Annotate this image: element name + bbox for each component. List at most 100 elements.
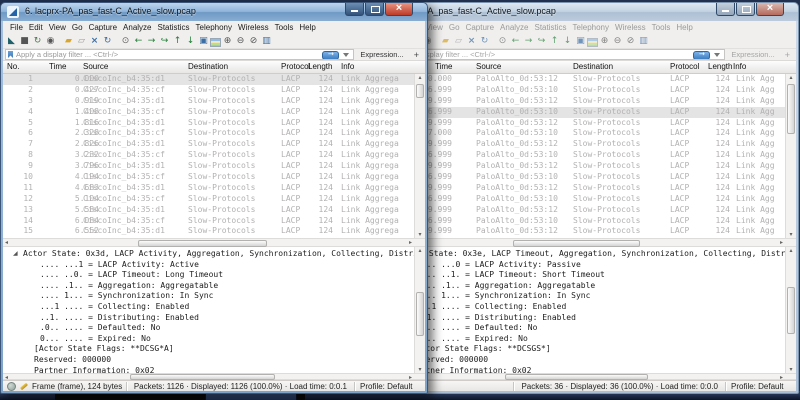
menu-wireless[interactable]: Wireless <box>613 23 648 32</box>
detail-line[interactable]: .... .1.. = Aggregation: Aggregatable <box>3 281 425 292</box>
detail-line[interactable]: Actor State: 0x3d, LACP Activity, Aggreg… <box>3 249 425 260</box>
scroll-up-icon[interactable]: ▴ <box>786 247 796 254</box>
packet-row[interactable]: 29.999 PaloAlto_0d:53:12 Slow-Protocols … <box>380 96 796 107</box>
go-back-icon[interactable]: ← <box>132 35 145 48</box>
menu-statistics[interactable]: Statistics <box>533 23 569 32</box>
packet-row[interactable]: 7 2.826 CiscoInc_b4:35:d1 Slow-Protocols… <box>3 139 425 150</box>
colorize-icon[interactable] <box>210 38 221 47</box>
menu-tools[interactable]: Tools <box>273 23 296 32</box>
packet-row[interactable]: 96.999 PaloAlto_0d:53:10 Slow-Protocols … <box>380 150 796 161</box>
display-filter-input[interactable]: Apply a display filter ... <Ctrl-/> <box>382 49 725 60</box>
status-profile[interactable]: Profile: Default <box>354 382 425 391</box>
minimize-button[interactable] <box>345 3 364 16</box>
scroll-thumb[interactable] <box>787 84 795 134</box>
packet-list-scrollbar[interactable]: ▴ ▾ <box>785 74 796 238</box>
details-hscrollbar[interactable]: ◂ ▸ <box>380 373 796 380</box>
go-top-icon[interactable]: ↑ <box>171 35 184 48</box>
column-protocol[interactable]: Protocol <box>670 62 699 71</box>
packet-row[interactable]: 6 2.328 CiscoInc_b4:35:cf Slow-Protocols… <box>3 128 425 139</box>
menu-go[interactable]: Go <box>447 23 462 32</box>
menu-capture[interactable]: Capture <box>464 23 496 32</box>
capture-comment-icon[interactable] <box>20 382 28 389</box>
status-profile[interactable]: Profile: Default <box>725 382 796 391</box>
scroll-down-icon[interactable]: ▾ <box>786 231 796 238</box>
menu-help[interactable]: Help <box>297 23 317 32</box>
capture-start-icon[interactable]: ◣ <box>5 35 18 48</box>
open-file-icon[interactable]: ▰ <box>62 35 75 48</box>
menu-telephony[interactable]: Telephony <box>194 23 234 32</box>
filter-apply-icon[interactable] <box>322 51 339 60</box>
detail-line[interactable]: 0... .... = Expired: No <box>3 334 425 345</box>
go-forward-icon[interactable]: → <box>522 35 535 48</box>
zoom-in-icon[interactable]: ⊕ <box>598 35 611 48</box>
packet-row[interactable]: 15 6.552 CiscoInc_b4:35:d1 Slow-Protocol… <box>3 226 425 237</box>
scroll-thumb[interactable] <box>138 240 267 247</box>
capture-restart-icon[interactable]: ↻ <box>31 35 44 48</box>
autoscroll-icon[interactable]: ▣ <box>197 35 210 48</box>
go-bottom-icon[interactable]: ↓ <box>561 35 574 48</box>
zoom-out-icon[interactable]: ⊖ <box>234 35 247 48</box>
detail-line[interactable]: [Actor State Flags: **DCSGS*] <box>380 344 796 355</box>
maximize-button[interactable] <box>365 3 384 16</box>
column-time[interactable]: Time <box>435 62 452 71</box>
detail-line[interactable]: 0... .... = Expired: No <box>380 334 796 345</box>
packet-row[interactable]: 1 0.000 CiscoInc_b4:35:d1 Slow-Protocols… <box>3 74 425 85</box>
detail-line[interactable]: Partner Information: 0x02 <box>380 366 796 373</box>
packet-row[interactable]: 36.999 PaloAlto_0d:53:10 Slow-Protocols … <box>380 107 796 118</box>
packet-row[interactable]: 5 1.816 CiscoInc_b4:35:d1 Slow-Protocols… <box>3 118 425 129</box>
go-to-packet-icon[interactable]: ↪ <box>158 35 171 48</box>
packet-row[interactable]: 209.999 PaloAlto_0d:53:12 Slow-Protocols… <box>380 226 796 237</box>
menu-go[interactable]: Go <box>70 23 85 32</box>
detail-line[interactable]: .0.. .... = Defaulted: No <box>380 323 796 334</box>
close-file-icon[interactable]: × <box>88 35 101 48</box>
scroll-thumb[interactable] <box>416 292 424 336</box>
open-file-icon[interactable]: ▰ <box>439 35 452 48</box>
packet-row[interactable]: 0.000 PaloAlto_0d:53:12 Slow-Protocols L… <box>380 74 796 85</box>
display-filter-input[interactable]: Apply a display filter ... <Ctrl-/> <box>5 49 354 60</box>
packet-row[interactable]: 8 3.232 CiscoInc_b4:35:cf Slow-Protocols… <box>3 150 425 161</box>
details-scrollbar[interactable]: ▴ ▾ <box>785 247 796 373</box>
menu-telephony[interactable]: Telephony <box>571 23 611 32</box>
save-file-icon[interactable]: ▱ <box>452 35 465 48</box>
detail-line[interactable]: Reserved: 000000 <box>380 355 796 366</box>
expression-button[interactable]: Expression... <box>725 50 780 59</box>
minimize-button[interactable] <box>716 3 735 16</box>
autoscroll-icon[interactable]: ▣ <box>574 35 587 48</box>
column-destination[interactable]: Destination <box>573 62 613 71</box>
menu-view[interactable]: View <box>47 23 68 32</box>
column-info[interactable]: Info <box>341 62 354 71</box>
detail-line[interactable]: Actor State: 0x3e, LACP Timeout, Aggrega… <box>380 249 796 260</box>
column-protocol[interactable]: Protocol <box>281 62 310 71</box>
reload-icon[interactable]: ↻ <box>101 35 114 48</box>
packet-list-hscrollbar[interactable]: ◂ ▸ <box>380 238 796 247</box>
chevron-down-icon[interactable] <box>343 53 349 57</box>
packet-row[interactable]: 13 5.584 CiscoInc_b4:35:d1 Slow-Protocol… <box>3 205 425 216</box>
packet-row[interactable]: 67.000 PaloAlto_0d:53:10 Slow-Protocols … <box>380 128 796 139</box>
detail-line[interactable]: .... ...1 = LACP Activity: Active <box>3 260 425 271</box>
detail-line[interactable]: .0.. .... = Defaulted: No <box>3 323 425 334</box>
packet-row[interactable]: 156.999 PaloAlto_0d:53:10 Slow-Protocols… <box>380 194 796 205</box>
column-length[interactable]: Length <box>708 62 732 71</box>
packet-row[interactable]: 3 0.919 CiscoInc_b4:35:d1 Slow-Protocols… <box>3 96 425 107</box>
zoom-out-icon[interactable]: ⊖ <box>611 35 624 48</box>
menu-edit[interactable]: Edit <box>27 23 45 32</box>
column-info[interactable]: Info <box>733 62 746 71</box>
find-packet-icon[interactable]: ⊙ <box>119 35 132 48</box>
scroll-up-icon[interactable]: ▴ <box>415 74 425 81</box>
maximize-button[interactable] <box>736 3 755 16</box>
packet-row[interactable]: 179.999 PaloAlto_0d:53:12 Slow-Protocols… <box>380 205 796 216</box>
detail-line[interactable]: ...1 .... = Collecting: Enabled <box>3 302 425 313</box>
column-source[interactable]: Source <box>476 62 501 71</box>
detail-line[interactable]: .... .1.. = Aggregation: Aggregatable <box>380 281 796 292</box>
capture-options-icon[interactable]: ◉ <box>44 35 57 48</box>
scroll-down-icon[interactable]: ▾ <box>786 366 796 373</box>
packet-row[interactable]: 4 1.408 CiscoInc_b4:35:cf Slow-Protocols… <box>3 107 425 118</box>
packet-row[interactable]: 126.999 PaloAlto_0d:53:10 Slow-Protocols… <box>380 172 796 183</box>
scroll-down-icon[interactable]: ▾ <box>415 231 425 238</box>
title-bar-left[interactable]: 6. lacprx-PA_pas_fast-C_Active_slow.pcap <box>1 3 427 21</box>
detail-line[interactable]: .... 1... = Synchronization: In Sync <box>3 291 425 302</box>
resize-columns-icon[interactable]: ▥ <box>260 35 273 48</box>
menu-statistics[interactable]: Statistics <box>156 23 192 32</box>
packet-row[interactable]: 59.999 PaloAlto_0d:53:12 Slow-Protocols … <box>380 118 796 129</box>
packet-row[interactable]: 10 4.194 CiscoInc_b4:35:cf Slow-Protocol… <box>3 172 425 183</box>
